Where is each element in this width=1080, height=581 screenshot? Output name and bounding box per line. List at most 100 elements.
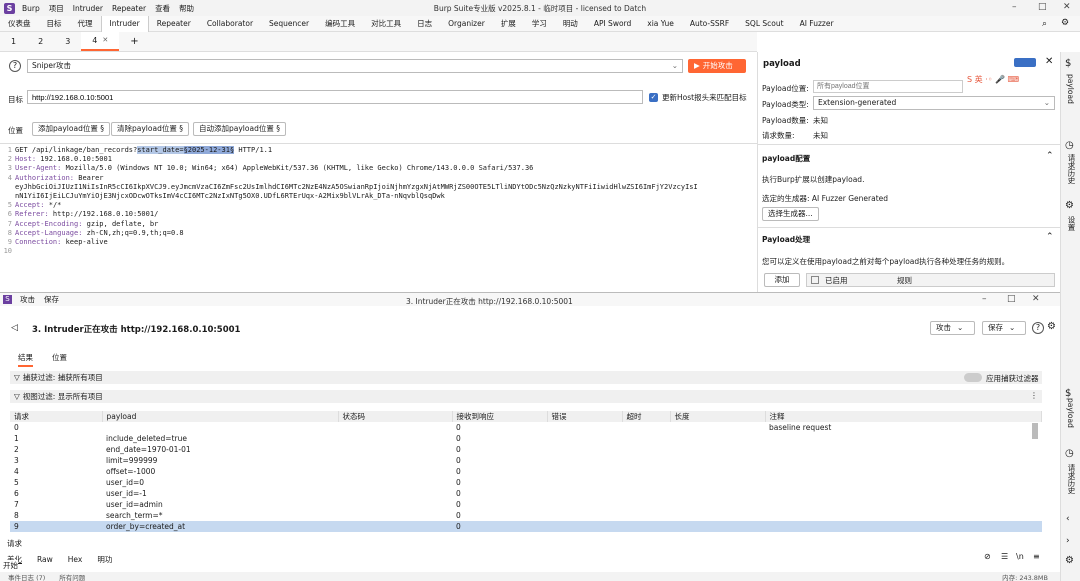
col-request[interactable]: 请求 <box>10 411 103 422</box>
table-row[interactable]: 9 order_by=created_at 0 <box>10 521 1042 532</box>
auto-positions-button[interactable]: 自动添加payload位置 § <box>193 122 286 136</box>
attack-menu-attack[interactable]: 攻击 <box>20 294 35 305</box>
attack-type-select[interactable]: Sniper攻击 ⌄ <box>27 59 683 73</box>
tab-comparer[interactable]: 对比工具 <box>363 16 409 32</box>
col-timeout[interactable]: 超时 <box>622 411 671 422</box>
close-window-button[interactable]: ✕ <box>1063 2 1071 12</box>
maximize-button[interactable]: □ <box>1038 2 1047 12</box>
more-options-icon[interactable]: ⋮ <box>1030 391 1038 400</box>
select-generator-button[interactable]: 选择生成器... <box>762 207 819 221</box>
table-row[interactable]: 0 0 baseline request <box>10 422 1042 433</box>
col-response-received[interactable]: 接收到响应 <box>452 411 548 422</box>
tab-learn[interactable]: 学习 <box>524 16 555 32</box>
rail-payload-tab-2[interactable]: payload <box>1066 398 1075 428</box>
help-icon[interactable]: ? <box>9 60 21 72</box>
payload-type-select[interactable]: Extension-generated ⌄ <box>813 96 1055 110</box>
menu-burp[interactable]: Burp <box>22 4 40 13</box>
help-icon[interactable]: ? <box>1032 322 1044 334</box>
save-dropdown-button[interactable]: 保存 ⌄ <box>982 321 1026 335</box>
tab-sql-scout[interactable]: SQL Scout <box>737 16 791 32</box>
tab-api-sword[interactable]: API Sword <box>586 16 639 32</box>
event-log[interactable]: 事件日志 (7) <box>8 572 45 581</box>
menu-icon[interactable]: ≡ <box>1033 552 1040 561</box>
attack-close-button[interactable]: ✕ <box>1032 294 1040 304</box>
settings-icon[interactable]: ⚙ <box>1065 555 1074 566</box>
add-position-button[interactable]: 添加payload位置 § <box>32 122 110 136</box>
menu-repeater[interactable]: Repeater <box>112 4 146 13</box>
tab-decoder[interactable]: 编码工具 <box>317 16 363 32</box>
dollar-icon[interactable]: $ <box>1065 58 1071 69</box>
table-row[interactable]: 3 limit=999999 0 <box>10 455 1042 466</box>
menu-view[interactable]: 查看 <box>155 3 170 14</box>
tab-raw[interactable]: Raw <box>37 555 53 564</box>
clear-positions-button[interactable]: 清除payload位置 § <box>111 122 189 136</box>
intruder-tab-1[interactable]: 1 <box>0 32 27 51</box>
tab-dashboard[interactable]: 仪表盘 <box>0 16 39 32</box>
tab-proxy[interactable]: 代理 <box>70 16 101 32</box>
chevron-up-icon[interactable]: ⌃ <box>1046 151 1054 161</box>
enabled-checkbox[interactable] <box>811 276 819 284</box>
attack-minimize-button[interactable]: – <box>982 294 987 304</box>
chevron-up-icon[interactable]: ⌃ <box>1046 232 1054 242</box>
table-row[interactable]: 6 user_id=-1 0 <box>10 488 1042 499</box>
add-tab-button[interactable]: + <box>119 32 149 51</box>
tab-auto-ssrf[interactable]: Auto-SSRF <box>682 16 737 32</box>
table-row[interactable]: 7 user_id=admin 0 <box>10 499 1042 510</box>
gear-icon[interactable]: ⚙ <box>1061 18 1069 28</box>
newline-icon[interactable]: \n <box>1016 552 1024 561</box>
chevron-left-icon[interactable]: ‹ <box>1066 514 1070 524</box>
rail-history-tab[interactable]: 请求历史 <box>1066 154 1077 184</box>
col-comment[interactable]: 注释 <box>765 411 1042 422</box>
rail-history-tab-2[interactable]: 请求历史 <box>1066 464 1077 494</box>
close-tab-icon[interactable]: ✕ <box>102 31 108 50</box>
table-scrollbar[interactable] <box>1032 423 1038 439</box>
rail-settings-tab[interactable]: 设置 <box>1066 216 1077 231</box>
tab-target[interactable]: 目标 <box>39 16 70 32</box>
add-rule-button[interactable]: 添加 <box>764 273 800 287</box>
tab-mingdong[interactable]: 明功 <box>97 554 112 565</box>
tab-repeater[interactable]: Repeater <box>149 16 199 32</box>
list-icon[interactable]: ☰ <box>1001 552 1008 561</box>
tab-xia-yue[interactable]: xia Yue <box>639 16 682 32</box>
intruder-tab-4[interactable]: 4 ✕ <box>81 31 120 51</box>
intruder-tab-3[interactable]: 3 <box>54 32 81 51</box>
table-row[interactable]: 8 search_term=* 0 <box>10 510 1042 521</box>
menu-project[interactable]: 项目 <box>49 3 64 14</box>
close-panel-icon[interactable]: ✕ <box>1045 56 1053 67</box>
all-issues[interactable]: 所有问题 <box>59 572 85 581</box>
attack-dropdown-button[interactable]: 攻击 ⌄ <box>930 321 975 335</box>
tab-ai-fuzzer[interactable]: AI Fuzzer <box>792 16 842 32</box>
tab-positions[interactable]: 位置 <box>52 352 67 363</box>
layout-toggle-icon[interactable] <box>1014 58 1036 67</box>
minimize-button[interactable]: – <box>1012 2 1017 12</box>
payload-position-select[interactable] <box>813 80 963 93</box>
table-row[interactable]: 5 user_id=0 0 <box>10 477 1042 488</box>
intruder-tab-2[interactable]: 2 <box>27 32 54 51</box>
start-attack-button[interactable]: ▶ 开始攻击 <box>688 59 746 73</box>
col-length[interactable]: 长度 <box>670 411 766 422</box>
history-icon[interactable]: ◷ <box>1065 140 1074 151</box>
view-filter-bar[interactable]: ▽ 视图过滤: 显示所有项目 <box>10 390 1042 403</box>
capture-filter-bar[interactable]: ▽ 捕获过滤: 捕获所有项目 <box>10 371 1042 384</box>
col-error[interactable]: 错误 <box>547 411 623 422</box>
request-editor[interactable]: 1 GET /api/linkage/ban_records?start_date… <box>0 143 757 291</box>
col-status[interactable]: 状态码 <box>338 411 453 422</box>
target-url-input[interactable] <box>27 90 643 104</box>
attack-maximize-button[interactable]: □ <box>1007 294 1016 304</box>
tab-results[interactable]: 结果 <box>18 352 33 367</box>
table-row[interactable]: 4 offset=-1000 0 <box>10 466 1042 477</box>
hide-icon[interactable]: ⊘ <box>984 552 991 561</box>
col-payload[interactable]: payload <box>102 411 339 422</box>
tab-hex[interactable]: Hex <box>68 555 83 564</box>
tab-sequencer[interactable]: Sequencer <box>261 16 317 32</box>
tab-organizer[interactable]: Organizer <box>440 16 493 32</box>
update-host-checkbox[interactable]: ✓ 更新Host报头来匹配目标 <box>649 92 747 103</box>
tab-extensions[interactable]: 扩展 <box>493 16 524 32</box>
settings-icon[interactable]: ⚙ <box>1065 200 1074 211</box>
tab-mingdong[interactable]: 明动 <box>555 16 586 32</box>
attack-menu-save[interactable]: 保存 <box>44 294 59 305</box>
tab-logger[interactable]: 日志 <box>409 16 440 32</box>
settings-icon[interactable]: ⚙ <box>1047 321 1056 332</box>
search-icon[interactable]: ⌕ <box>1042 19 1047 29</box>
tab-intruder[interactable]: Intruder <box>100 15 149 32</box>
